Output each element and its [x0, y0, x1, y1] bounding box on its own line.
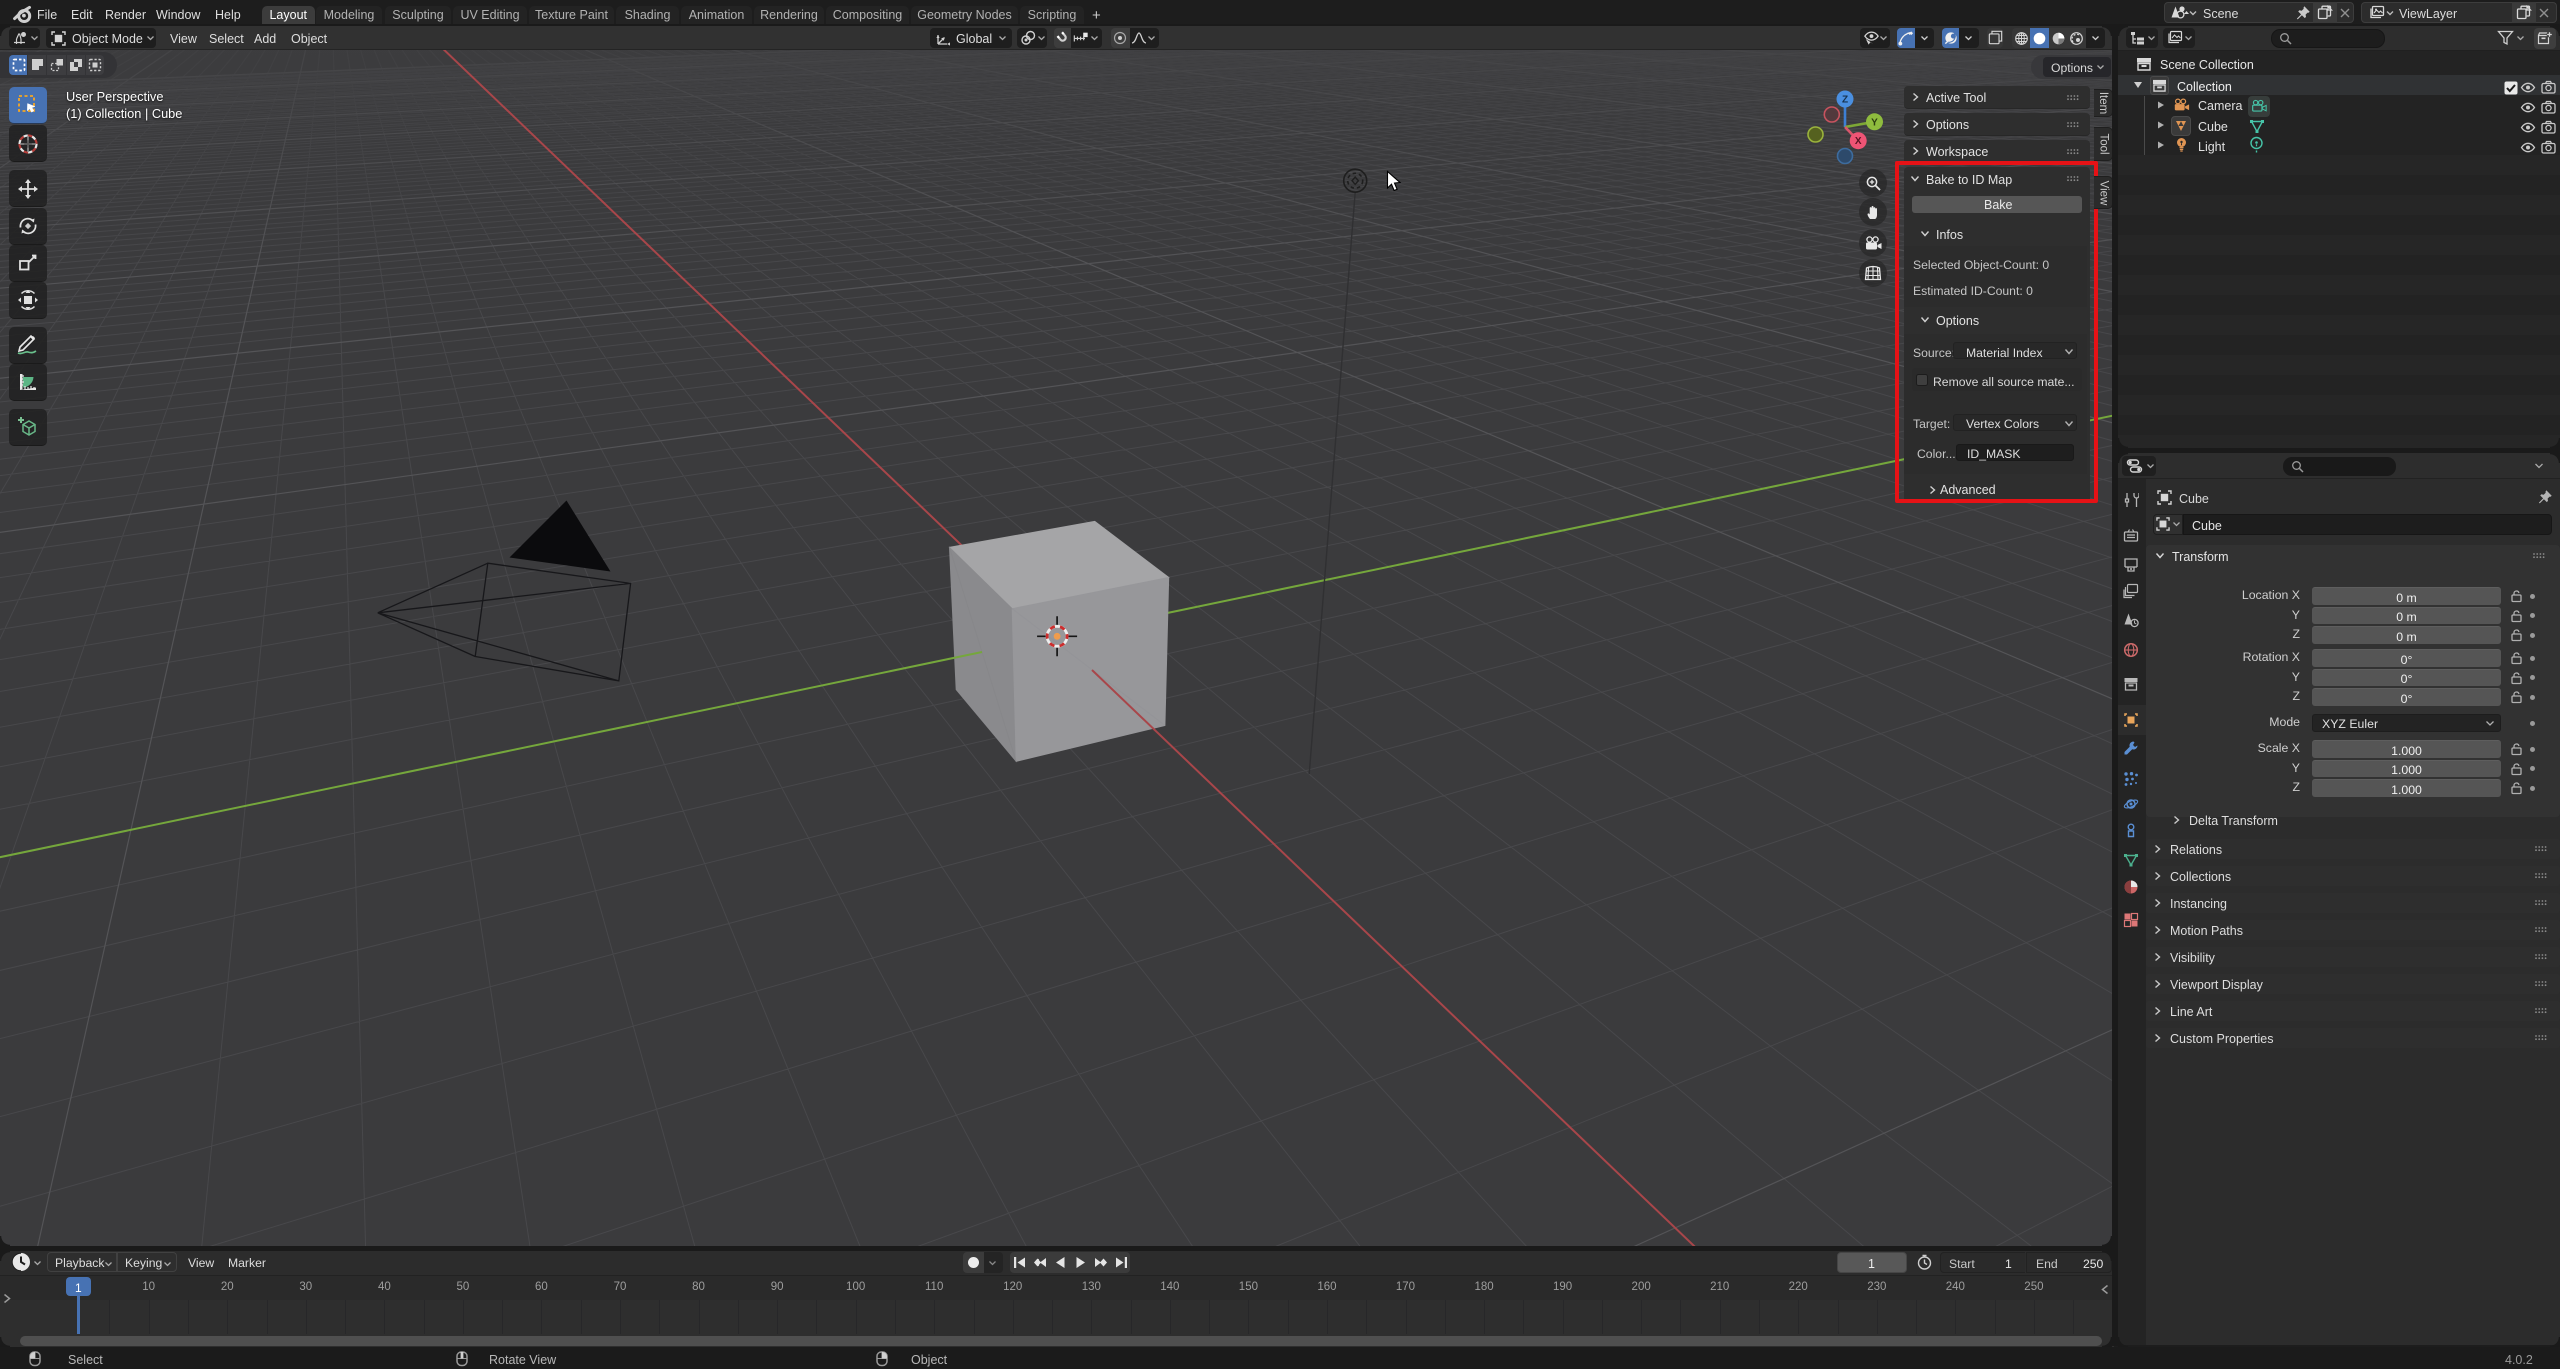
svg-text:Y: Y [1871, 117, 1878, 128]
svg-text:X: X [1855, 136, 1862, 147]
svg-text:Z: Z [1842, 95, 1848, 106]
